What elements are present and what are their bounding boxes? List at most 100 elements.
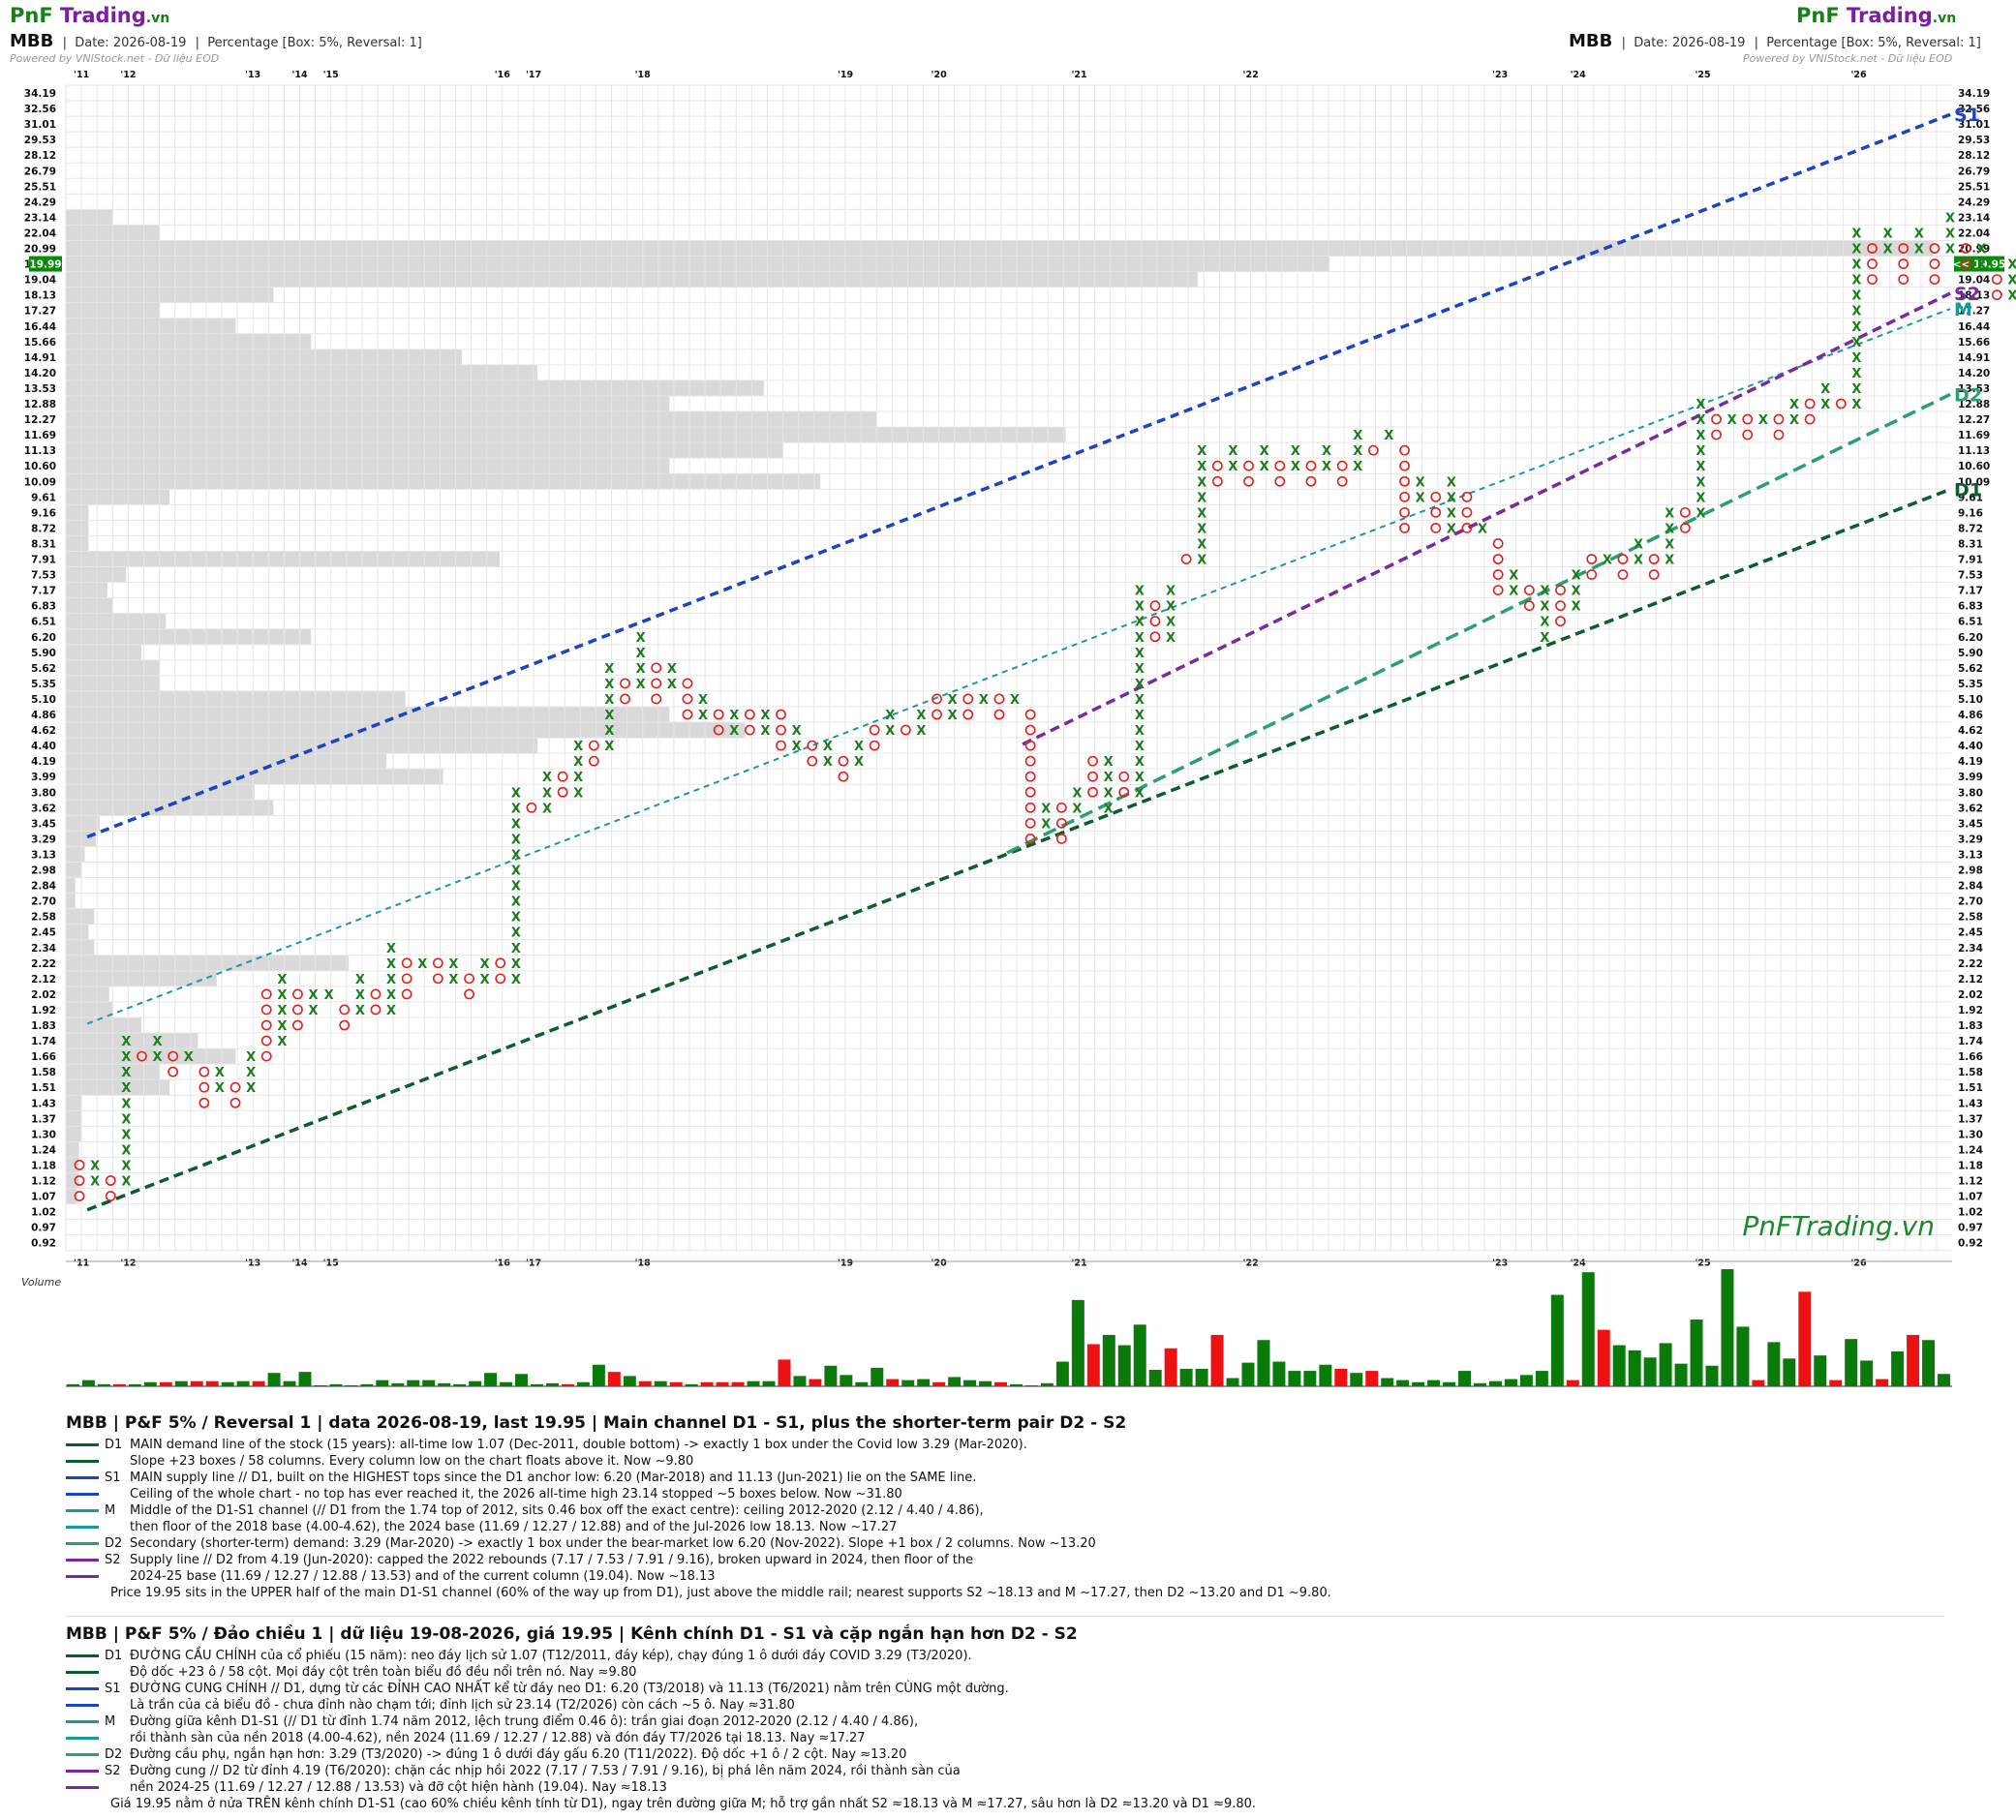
o-mark <box>1617 569 1629 580</box>
o-mark <box>1711 413 1722 425</box>
legend-row: D1 ĐƯỜNG CẦU CHÍNH của cổ phiếu (15 năm):… <box>66 1648 1964 1664</box>
y-tick-label-left: 1.12 <box>31 1176 56 1188</box>
legend-row: S1 MAIN supply line // D1, built on the H… <box>66 1470 1964 1486</box>
volume-bar <box>1597 1329 1610 1386</box>
y-tick-label-left: 1.30 <box>31 1129 56 1140</box>
date-text: Date: 2026-08-19 <box>75 36 187 50</box>
x-year-label-bottom: '13 <box>245 1259 260 1269</box>
x-mark: X <box>511 895 521 910</box>
legend-swatch <box>66 1770 99 1773</box>
y-tick-label-right: 4.62 <box>1958 725 1983 737</box>
volume-bar <box>314 1384 327 1386</box>
x-mark: X <box>448 957 458 972</box>
x-mark: X <box>246 1081 256 1096</box>
x-year-label-bottom: '23 <box>1492 1259 1508 1269</box>
volume-bar <box>205 1380 219 1386</box>
o-mark <box>557 786 568 798</box>
y-tick-label-left: 15.66 <box>24 337 56 349</box>
legend-line-text: Slope +23 boxes / 58 columns. Every colu… <box>130 1454 694 1469</box>
x-mark: X <box>121 1050 131 1065</box>
x-mark: X <box>309 988 319 1003</box>
trend-line-label-s1: S1 <box>1954 105 1980 126</box>
x-mark: X <box>1945 211 1955 226</box>
o-mark <box>838 771 849 782</box>
volume-bar <box>1102 1334 1115 1386</box>
volume-bar <box>1381 1378 1394 1386</box>
o-mark <box>1399 460 1410 471</box>
o-mark <box>776 724 786 736</box>
volume-profile-bar <box>66 862 81 878</box>
x-mark: X <box>1914 227 1924 241</box>
legend-vi-note: Giá 19.95 nằm ở nửa TRÊN kênh chính D1-S… <box>110 1797 1257 1811</box>
x-mark: X <box>1851 398 1861 412</box>
o-mark <box>370 988 382 1000</box>
o-mark <box>1024 724 1036 736</box>
legend-line-text: then floor of the 2018 base (4.00-4.62),… <box>130 1520 898 1534</box>
y-tick-label-left: 2.70 <box>31 896 56 908</box>
x-mark: X <box>1603 554 1612 568</box>
volume-bar <box>1241 1362 1255 1386</box>
volume-profile-bar <box>66 427 1066 443</box>
x-mark: X <box>698 709 708 723</box>
o-mark <box>993 709 1005 720</box>
y-tick-label-left: 20.99 <box>24 244 56 256</box>
y-tick-label-right: 2.12 <box>1958 974 1983 986</box>
volume-bar <box>1257 1340 1270 1386</box>
volume-bar <box>1272 1361 1286 1386</box>
y-tick-label-right: 5.10 <box>1958 694 1983 706</box>
o-mark <box>869 724 880 736</box>
legend-line-text: ĐƯỜNG CUNG CHÍNH // D1, dựng từ các ĐỈNH… <box>130 1682 1009 1696</box>
volume-profile-bar <box>66 1110 81 1127</box>
o-mark <box>1024 802 1036 813</box>
volume-bar <box>252 1380 265 1386</box>
o-mark <box>993 693 1005 705</box>
legend-vi-title: MBB | P&F 5% / Đảo chiều 1 | dữ liệu 19-… <box>66 1624 1078 1644</box>
volume-bar <box>623 1376 636 1386</box>
x-year-label-top: '20 <box>932 70 948 80</box>
o-mark <box>620 693 630 705</box>
volume-bar <box>778 1359 791 1386</box>
x-mark: X <box>698 693 708 708</box>
o-mark <box>1835 398 1847 410</box>
x-mark: X <box>277 973 287 987</box>
x-mark: X <box>636 662 646 677</box>
legend-line-text: MAIN demand line of the stock (15 years)… <box>130 1438 1027 1452</box>
legend-en-rows: D1 MAIN demand line of the stock (15 year… <box>66 1437 1964 1585</box>
x-mark: X <box>511 802 521 816</box>
o-mark <box>526 802 537 813</box>
o-mark <box>962 709 974 720</box>
y-tick-label-left: 28.12 <box>24 150 56 162</box>
volume-profile-bar <box>66 986 109 1002</box>
o-mark <box>1087 755 1098 767</box>
y-tick-label-right: 11.69 <box>1958 430 1990 441</box>
pnf-chart: 0.92 0.92 0.97 0.97 1.02 1.02 1.07 1.07 1.12 1.12… <box>21 70 2016 1387</box>
x-mark: X <box>1851 336 1861 350</box>
x-mark: X <box>2007 258 2016 273</box>
volume-bar <box>716 1381 729 1386</box>
volume-bar <box>1443 1381 1456 1386</box>
x-mark: X <box>1727 413 1737 428</box>
volume-bar <box>128 1383 141 1386</box>
y-tick-label-left: 2.22 <box>31 958 56 970</box>
y-tick-label-left: 2.02 <box>31 989 56 1001</box>
o-mark <box>1024 817 1036 829</box>
volume-bar <box>1659 1343 1672 1386</box>
legend-row: S1 ĐƯỜNG CUNG CHÍNH // D1, dựng từ các ĐỈ… <box>66 1681 1964 1697</box>
params-text: Percentage [Box: 5%, Reversal: 1] <box>207 36 422 50</box>
volume-profile-bar <box>66 908 95 925</box>
o-mark <box>1867 274 1878 285</box>
volume-bar <box>1798 1291 1812 1386</box>
volume-bar <box>731 1381 745 1386</box>
o-mark <box>1305 475 1317 487</box>
o-mark <box>838 755 849 767</box>
o-mark <box>682 678 693 689</box>
o-mark <box>432 957 443 969</box>
o-mark <box>199 1097 210 1108</box>
y-tick-label-left: 1.83 <box>31 1020 56 1032</box>
x-year-label-top: '11 <box>74 70 89 80</box>
symbol: MBB <box>10 31 54 51</box>
volume-bar <box>886 1379 900 1386</box>
params-text: Percentage [Box: 5%, Reversal: 1] <box>1766 36 1981 50</box>
x-mark: X <box>121 1175 131 1190</box>
volume-bar <box>1674 1363 1688 1386</box>
